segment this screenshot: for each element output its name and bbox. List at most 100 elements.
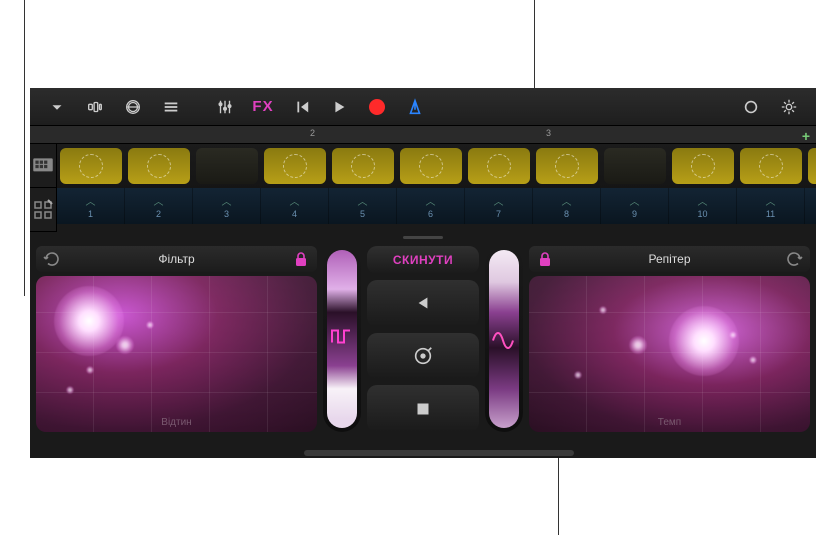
chevron-up-icon: ︿ — [698, 193, 708, 208]
loop-cell[interactable] — [808, 148, 816, 184]
column-trigger[interactable]: ︿4 — [261, 188, 329, 224]
xy-trail-dot — [86, 366, 94, 374]
column-number: 9 — [632, 209, 637, 219]
repeater-xy-pad[interactable]: Мікс Темп — [529, 276, 810, 432]
record-icon — [369, 99, 385, 115]
column-number: 11 — [766, 209, 775, 219]
xy-trail-dot — [574, 371, 582, 379]
add-section-button[interactable]: + — [802, 128, 810, 144]
column-number: 5 — [360, 209, 365, 219]
column-trigger[interactable]: ︿6 — [397, 188, 465, 224]
repeater-column: Репітер Мікс Темп — [529, 246, 810, 432]
horizontal-scrollbar[interactable] — [304, 450, 574, 456]
column-trigger[interactable]: ︿9 — [601, 188, 669, 224]
remix-fx-panel: Фільтр Резонанс Відтин — [30, 242, 816, 440]
mixer-button[interactable] — [210, 94, 240, 120]
live-loops-grid: ︿1 ︿2 ︿3 ︿4 ︿5 ︿6 ︿7 ︿8 ︿9 ︿10 ︿11 — [30, 144, 816, 232]
chevron-up-icon: ︿ — [358, 193, 368, 208]
loop-cell[interactable] — [672, 148, 734, 184]
repeater-header: Репітер — [529, 246, 810, 272]
track-headers — [30, 144, 57, 232]
xy-trail-dot — [116, 336, 134, 354]
xy-trail-dot — [729, 331, 737, 339]
chevron-up-icon: ︿ — [766, 193, 776, 208]
ruler-mark: 2 — [310, 128, 315, 138]
browser-button[interactable] — [80, 94, 110, 120]
column-trigger[interactable]: ︿8 — [533, 188, 601, 224]
xy-cursor — [669, 306, 739, 376]
settings-button[interactable] — [774, 94, 804, 120]
xy-trail-dot — [66, 386, 74, 394]
gater-slider[interactable] — [323, 246, 361, 432]
metronome-button[interactable] — [400, 94, 430, 120]
filter-xy-pad[interactable]: Резонанс Відтин — [36, 276, 317, 432]
column-number: 1 — [88, 209, 93, 219]
column-number: 2 — [156, 209, 161, 219]
loop-cell-empty[interactable] — [604, 148, 666, 184]
loop-cell[interactable] — [400, 148, 462, 184]
cell-row — [57, 144, 816, 188]
column-number: 6 — [428, 209, 433, 219]
column-trigger[interactable]: ︿1 — [57, 188, 125, 224]
fx-button[interactable]: FX — [248, 94, 278, 120]
column-number: 8 — [564, 209, 569, 219]
sine-wave-icon — [492, 331, 516, 354]
cells-container: ︿1 ︿2 ︿3 ︿4 ︿5 ︿6 ︿7 ︿8 ︿9 ︿10 ︿11 — [57, 144, 816, 232]
loop-cell[interactable] — [332, 148, 394, 184]
column-trigger[interactable]: ︿7 — [465, 188, 533, 224]
center-controls: СКИНУТИ — [323, 246, 523, 432]
column-trigger[interactable]: ︿10 — [669, 188, 737, 224]
loop-button[interactable] — [736, 94, 766, 120]
browser-icon-button[interactable] — [118, 94, 148, 120]
chevron-up-icon: ︿ — [426, 193, 436, 208]
chevron-up-icon: ︿ — [630, 193, 640, 208]
toolbar: FX — [30, 88, 816, 126]
downsampler-slider[interactable] — [485, 246, 523, 432]
reverse-button[interactable] — [367, 280, 479, 327]
panel-resize-handle[interactable] — [30, 232, 816, 242]
column-trigger[interactable]: ︿3 — [193, 188, 261, 224]
timeline-ruler[interactable]: 2 3 + — [30, 126, 816, 144]
filter-x-label: Відтин — [161, 417, 191, 428]
list-view-button[interactable] — [156, 94, 186, 120]
square-wave-icon — [331, 328, 353, 351]
column-number: 10 — [697, 209, 707, 219]
filter-header: Фільтр — [36, 246, 317, 272]
column-trigger[interactable]: ︿2 — [125, 188, 193, 224]
menu-dropdown-button[interactable] — [42, 94, 72, 120]
app-window: FX 2 3 + — [30, 88, 816, 458]
loop-cell-empty[interactable] — [196, 148, 258, 184]
play-button[interactable] — [324, 94, 354, 120]
callout-line-left — [24, 0, 25, 296]
column-trigger[interactable]: ︿5 — [329, 188, 397, 224]
chevron-up-icon: ︿ — [290, 193, 300, 208]
chevron-up-icon: ︿ — [562, 193, 572, 208]
cycle-left-icon[interactable] — [42, 249, 62, 269]
loop-cell[interactable] — [264, 148, 326, 184]
transport-buttons: СКИНУТИ — [367, 246, 479, 432]
scratch-button[interactable] — [367, 333, 479, 380]
reset-button[interactable]: СКИНУТИ — [367, 246, 479, 274]
stop-button[interactable] — [367, 385, 479, 432]
loop-cell[interactable] — [128, 148, 190, 184]
repeater-x-label: Темп — [658, 417, 681, 428]
column-trigger[interactable]: ︿11 — [737, 188, 805, 224]
loop-cell[interactable] — [536, 148, 598, 184]
xy-trail-dot — [599, 306, 607, 314]
lock-icon[interactable] — [535, 249, 555, 269]
record-button[interactable] — [362, 94, 392, 120]
loop-cell[interactable] — [740, 148, 802, 184]
loop-cell[interactable] — [60, 148, 122, 184]
cycle-right-icon[interactable] — [784, 249, 804, 269]
xy-trail-dot — [629, 336, 647, 354]
go-to-start-button[interactable] — [286, 94, 316, 120]
chevron-up-icon: ︿ — [222, 193, 232, 208]
column-trigger-row: ︿1 ︿2 ︿3 ︿4 ︿5 ︿6 ︿7 ︿8 ︿9 ︿10 ︿11 — [57, 188, 816, 224]
track-header-fx[interactable] — [30, 188, 56, 232]
column-number: 3 — [224, 209, 229, 219]
loop-cell[interactable] — [468, 148, 530, 184]
lock-icon[interactable] — [291, 249, 311, 269]
chevron-up-icon: ︿ — [154, 193, 164, 208]
track-header-instrument[interactable] — [30, 144, 56, 188]
xy-trail-dot — [146, 321, 154, 329]
